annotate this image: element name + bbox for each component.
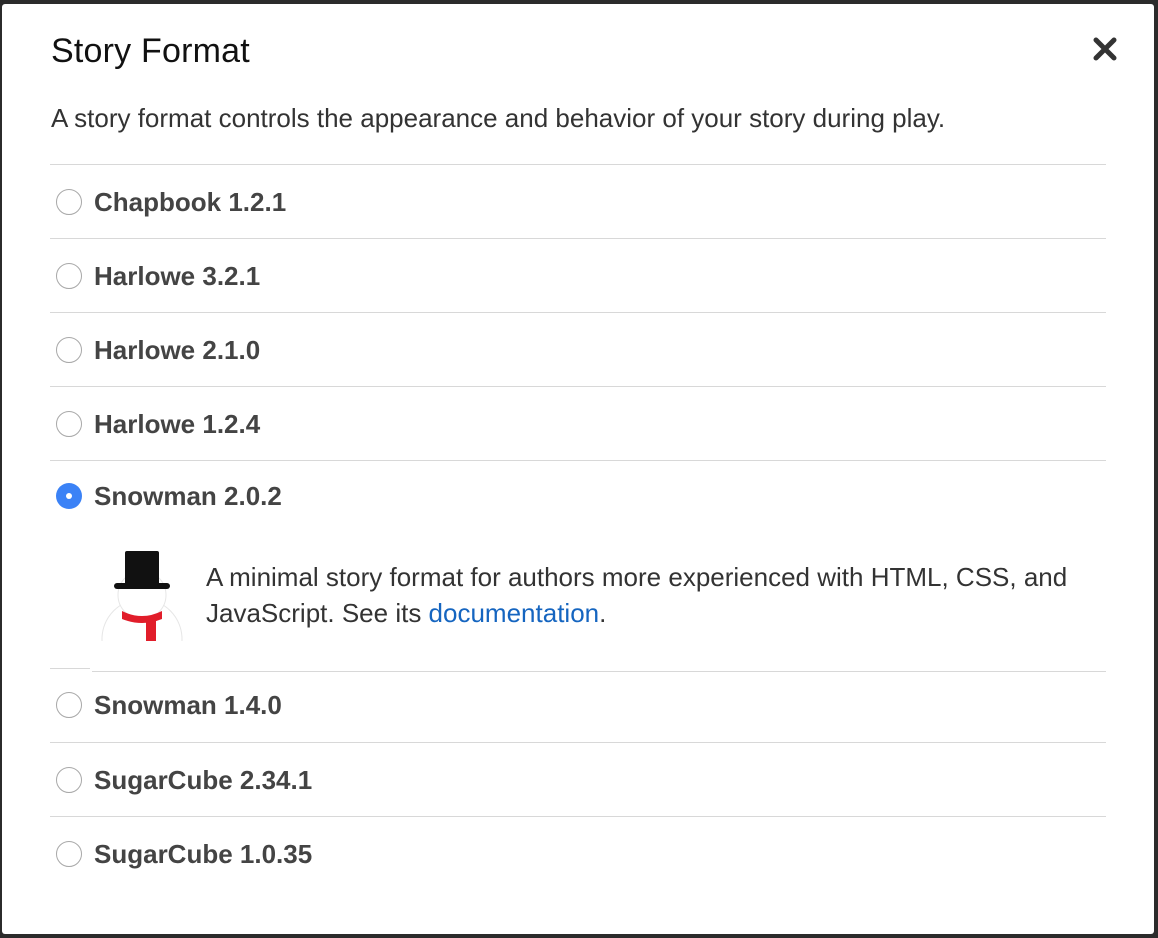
format-option-harlowe-2-1-0[interactable]: Harlowe 2.1.0 [50, 312, 1106, 386]
format-label: SugarCube 2.34.1 [94, 765, 313, 795]
close-icon [1093, 37, 1117, 61]
description-text: A minimal story format for authors more … [206, 562, 1068, 628]
format-description: A minimal story format for authors more … [206, 559, 1106, 631]
documentation-link[interactable]: documentation [429, 598, 600, 628]
snowman-icon [101, 551, 183, 641]
format-option-snowman-1-4-0[interactable]: Snowman 1.4.0 [50, 668, 1106, 742]
radio-button[interactable] [56, 263, 82, 289]
radio-button[interactable] [56, 767, 82, 793]
format-details: A minimal story format for authors more … [100, 545, 1100, 641]
format-option-snowman-2-0-2[interactable]: Snowman 2.0.2 A minimal story format for… [50, 460, 1106, 668]
format-label: Snowman 2.0.2 [94, 481, 282, 511]
format-label: Chapbook 1.2.1 [94, 187, 287, 217]
format-label: Harlowe 1.2.4 [94, 409, 261, 439]
radio-button-selected[interactable] [56, 483, 82, 509]
format-label: Harlowe 2.1.0 [94, 335, 261, 365]
story-format-dialog: Story Format A story format controls the… [2, 4, 1154, 934]
radio-button[interactable] [56, 692, 82, 718]
radio-button[interactable] [56, 337, 82, 363]
format-label: Harlowe 3.2.1 [94, 261, 261, 291]
radio-button[interactable] [56, 411, 82, 437]
radio-button[interactable] [56, 189, 82, 215]
description-suffix: . [599, 598, 607, 628]
format-option-chapbook-1-2-1[interactable]: Chapbook 1.2.1 [50, 164, 1106, 238]
format-list: Chapbook 1.2.1 Harlowe 3.2.1 Harlowe 2.1… [50, 164, 1106, 890]
format-option-sugarcube-2-34-1[interactable]: SugarCube 2.34.1 [50, 742, 1106, 816]
format-label: SugarCube 1.0.35 [94, 839, 313, 869]
format-label: Snowman 1.4.0 [94, 690, 282, 720]
close-button[interactable] [1090, 34, 1120, 64]
format-option-sugarcube-1-0-35[interactable]: SugarCube 1.0.35 [50, 816, 1106, 890]
format-option-harlowe-3-2-1[interactable]: Harlowe 3.2.1 [50, 238, 1106, 312]
dialog-intro: A story format controls the appearance a… [51, 103, 946, 133]
radio-button[interactable] [56, 841, 82, 867]
dialog-title: Story Format [51, 32, 250, 70]
format-option-harlowe-1-2-4[interactable]: Harlowe 1.2.4 [50, 386, 1106, 460]
